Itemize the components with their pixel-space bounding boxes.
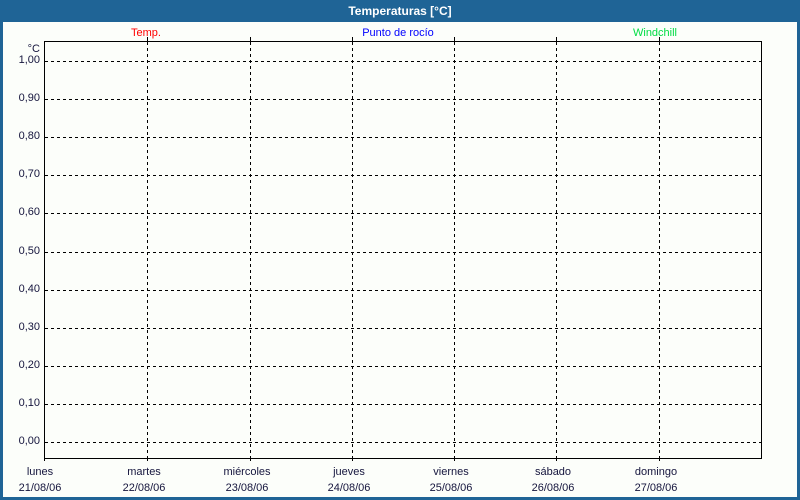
- x-gridline: [250, 42, 251, 458]
- y-gridline: [45, 442, 761, 443]
- day-label: miércoles: [223, 466, 271, 478]
- chart-title: Temperaturas [°C]: [348, 4, 452, 18]
- x-gridline: [556, 42, 557, 458]
- axis-tick-bottom: [147, 458, 148, 461]
- axis-tick-top: [659, 37, 660, 41]
- plot-area: [44, 37, 762, 461]
- y-tick-label: 0,30: [18, 321, 40, 333]
- axis-tick-top: [556, 37, 557, 41]
- date-label: 26/08/06: [531, 482, 575, 494]
- date-label: 24/08/06: [327, 482, 371, 494]
- axis-tick-bottom: [250, 458, 251, 461]
- axis-tick-top: [250, 37, 251, 41]
- axis-tick-bottom: [454, 458, 455, 461]
- legend-item-temp: Temp.: [131, 27, 161, 39]
- day-label: jueves: [333, 466, 365, 478]
- x-gridline: [352, 42, 353, 458]
- y-gridline: [45, 213, 761, 214]
- y-tick-label: 0,90: [18, 92, 40, 104]
- y-gridline: [45, 290, 761, 291]
- axis-tick-top: [454, 37, 455, 41]
- date-label: 21/08/06: [18, 482, 62, 494]
- y-tick-label: 0,50: [18, 245, 40, 257]
- axis-tick-top: [352, 37, 353, 41]
- date-label: 23/08/06: [225, 482, 269, 494]
- chart-title-bar: Temperaturas [°C]: [0, 0, 800, 22]
- date-label: 27/08/06: [634, 482, 678, 494]
- y-tick-label: 0,80: [18, 130, 40, 142]
- axis-tick-bottom: [659, 458, 660, 461]
- y-gridline: [45, 61, 761, 62]
- y-gridline: [45, 175, 761, 176]
- axis-tick-bottom: [352, 458, 353, 461]
- day-label: domingo: [634, 466, 678, 478]
- y-tick-label: 0,60: [18, 206, 40, 218]
- x-gridline: [147, 42, 148, 458]
- legend-item-dewpoint: Punto de rocío: [362, 27, 434, 39]
- y-gridline: [45, 137, 761, 138]
- day-label: sábado: [534, 466, 572, 478]
- axis-tick-top: [147, 37, 148, 41]
- y-tick-label: 1,00: [18, 54, 40, 66]
- axis-tick-bottom: [44, 458, 45, 461]
- x-gridline: [454, 42, 455, 458]
- day-label: viernes: [433, 466, 469, 478]
- day-label: martes: [127, 466, 161, 478]
- y-tick-label: 0,10: [18, 397, 40, 409]
- chart-content-area: Temp. Punto de rocío Windchill °C 1,00 0,…: [3, 22, 797, 497]
- y-tick-label: 0,00: [18, 435, 40, 447]
- day-label: lunes: [26, 466, 54, 478]
- axis-tick-bottom: [556, 458, 557, 461]
- date-label: 25/08/06: [429, 482, 473, 494]
- y-tick-label: 0,70: [18, 168, 40, 180]
- date-label: 22/08/06: [122, 482, 166, 494]
- y-gridline: [45, 404, 761, 405]
- chart-window: Temperaturas [°C] Temp. Punto de rocío W…: [0, 0, 800, 500]
- y-gridline: [45, 328, 761, 329]
- y-gridline: [45, 366, 761, 367]
- y-gridline: [45, 99, 761, 100]
- y-tick-label: 0,20: [18, 359, 40, 371]
- y-tick-label: 0,40: [18, 283, 40, 295]
- legend-item-windchill: Windchill: [632, 27, 678, 39]
- x-gridline: [659, 42, 660, 458]
- y-gridline: [45, 252, 761, 253]
